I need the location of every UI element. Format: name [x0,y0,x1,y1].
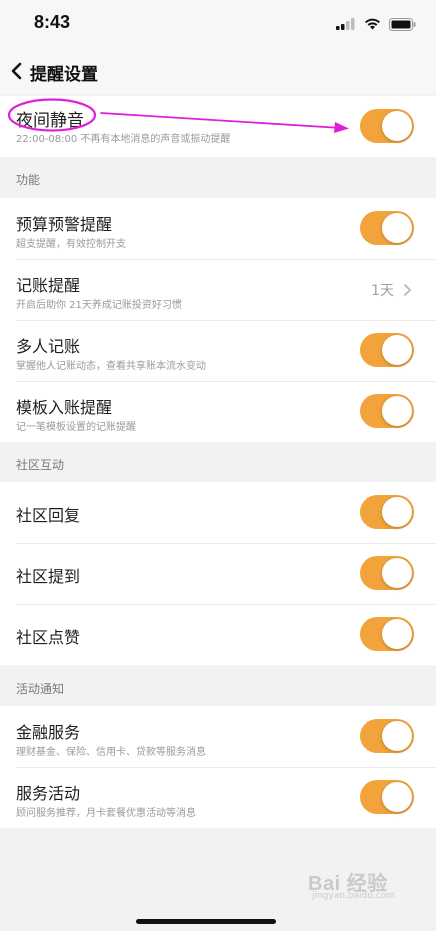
row-subtitle: 掌握他人记账动态，查看共享账本流水变动 [16,361,206,372]
budget-alert-toggle[interactable] [360,211,414,245]
home-indicator[interactable] [136,919,276,924]
list-item: 社区点赞 [0,604,436,665]
row-subtitle: 超支提醒，有效控制开支 [16,239,126,250]
watermark-logo: Bai 经验 jingyan.baidu.com [308,867,408,903]
section-header-community: 社区互动 [16,458,65,472]
toggle-knob [382,782,412,812]
chevron-right-icon [404,284,411,296]
row-subtitle: 记一笔模板设置的记账提醒 [16,422,136,433]
battery-icon [389,17,416,31]
row-title: 预算预警提醒 [16,215,113,234]
toggle-knob [382,619,412,649]
toggle-knob [382,396,412,426]
row-title: 记账提醒 [16,276,81,295]
reminder-interval-value: 1天 [371,283,394,299]
night-mute-row: 夜间静音 22:00-08:00 不再有本地消息的声音或振动提醒 [0,96,436,157]
page-title: 提醒设置 [30,65,98,85]
nav-bar: 提醒设置 [0,48,436,94]
row-title: 社区回复 [16,506,81,525]
row-title: 模板入账提醒 [16,398,113,417]
template-reminder-toggle[interactable] [360,394,414,428]
row-title: 社区点赞 [16,628,81,647]
section-header-features: 功能 [16,173,41,187]
night-mute-group: 夜间静音 22:00-08:00 不再有本地消息的声音或振动提醒 [0,96,436,157]
row-title: 社区提到 [16,567,81,586]
row-subtitle: 开启后助你 21天养成记账投资好习惯 [16,300,182,311]
night-mute-title: 夜间静音 [16,111,84,131]
list-item: 多人记账 掌握他人记账动态，查看共享账本流水变动 [0,320,436,381]
financial-service-toggle[interactable] [360,719,414,753]
status-time: 8:43 [34,12,71,32]
list-item: 服务活动 顾问服务推荐，月卡套餐优惠活动等消息 [0,767,436,828]
row-title: 金融服务 [16,723,81,742]
signal-icon [336,18,355,30]
toggle-knob [382,497,412,527]
toggle-knob [382,335,412,365]
list-item: 预算预警提醒 超支提醒，有效控制开支 [0,198,436,259]
service-activity-toggle[interactable] [360,780,414,814]
community-reply-toggle[interactable] [360,495,414,529]
night-mute-subtitle: 22:00-08:00 不再有本地消息的声音或振动提醒 [16,134,231,145]
toggle-knob [382,111,412,141]
night-mute-toggle[interactable] [360,109,414,143]
row-subtitle: 理财基金、保险、信用卡、贷款等服务消息 [16,747,206,758]
status-bar: 8:43 [0,0,436,48]
row-title: 服务活动 [16,784,81,803]
toggle-knob [382,558,412,588]
community-group: 社区回复 社区提到 社区点赞 [0,482,436,665]
list-item[interactable]: 记账提醒 开启后助你 21天养成记账投资好习惯 1天 [0,259,436,320]
list-item: 社区提到 [0,543,436,604]
wifi-icon [365,18,380,30]
watermark-sub: jingyan.baidu.com [312,891,396,901]
chevron-left-icon[interactable] [10,62,24,80]
toggle-knob [382,721,412,751]
community-mention-toggle[interactable] [360,556,414,590]
list-item: 金融服务 理财基金、保险、信用卡、贷款等服务消息 [0,706,436,767]
community-like-toggle[interactable] [360,617,414,651]
list-item: 模板入账提醒 记一笔模板设置的记账提醒 [0,381,436,442]
section-header-activity: 活动通知 [16,682,65,696]
toggle-knob [382,213,412,243]
status-icons [336,16,416,32]
row-subtitle: 顾问服务推荐，月卡套餐优惠活动等消息 [16,808,196,819]
activity-group: 金融服务 理财基金、保险、信用卡、贷款等服务消息 服务活动 顾问服务推荐，月卡套… [0,706,436,828]
features-group: 预算预警提醒 超支提醒，有效控制开支 记账提醒 开启后助你 21天养成记账投资好… [0,198,436,442]
multi-user-toggle[interactable] [360,333,414,367]
row-title: 多人记账 [16,337,81,356]
list-item: 社区回复 [0,482,436,543]
